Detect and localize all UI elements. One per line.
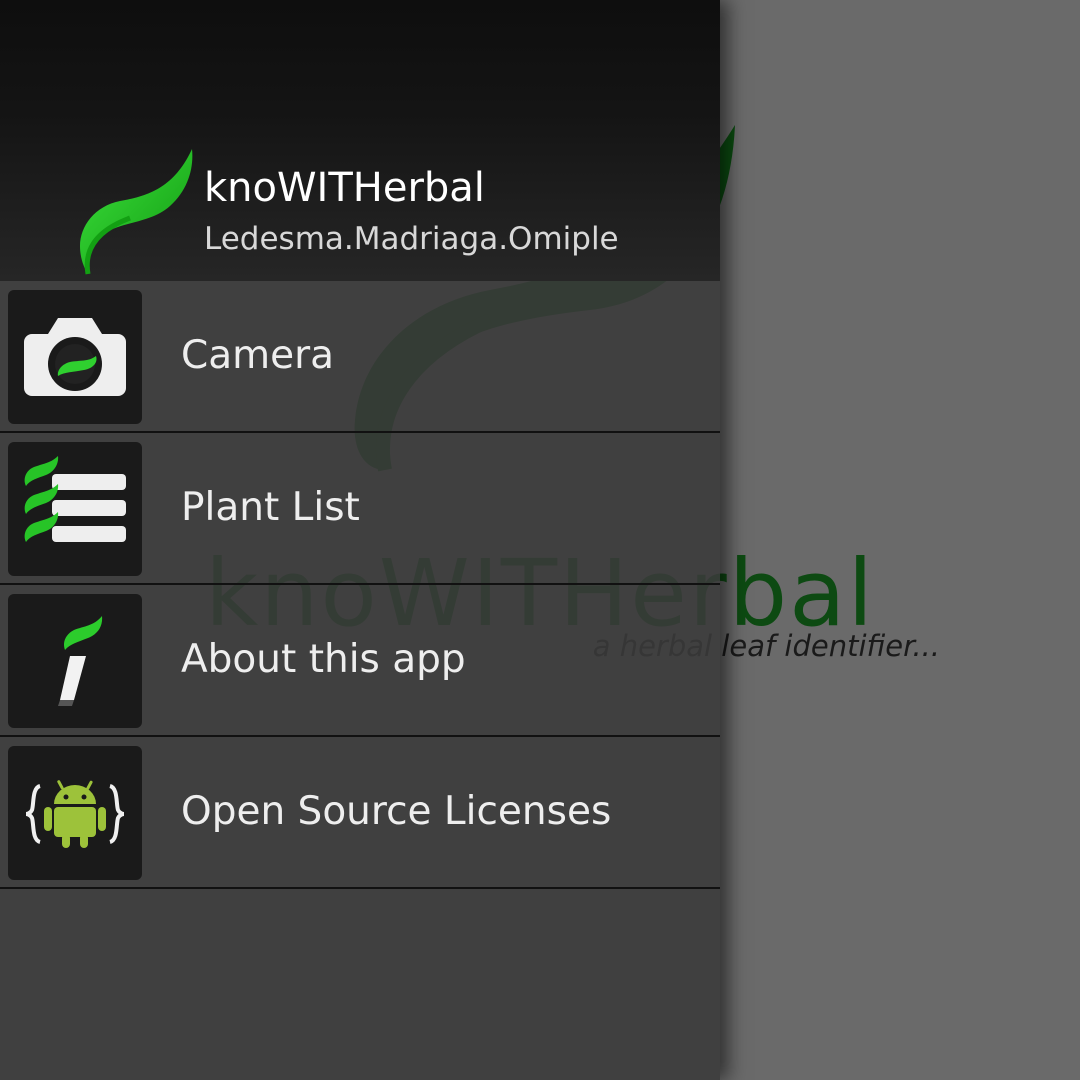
- menu-item-open-source-licenses[interactable]: Open Source Licenses: [0, 737, 720, 889]
- app-name: knoWITHerbal: [204, 165, 485, 211]
- menu-icon-box: [8, 290, 142, 424]
- menu-icon-box: [8, 746, 142, 880]
- menu-item-camera[interactable]: Camera: [0, 281, 720, 433]
- menu-item-label: About this app: [181, 637, 466, 682]
- app-subtitle: Ledesma.Madriaga.Omiple: [204, 221, 619, 257]
- menu-icon-box: [8, 594, 142, 728]
- menu-item-label: Open Source Licenses: [181, 789, 612, 834]
- drawer-header: knoWITHerbal Ledesma.Madriaga.Omiple: [0, 0, 720, 281]
- leaf-icon: [80, 149, 193, 275]
- drawer-menu: Camera Plant List About this app Open So…: [0, 281, 720, 889]
- camera-icon: [24, 318, 126, 396]
- android-icon: [25, 780, 125, 848]
- info-icon: [58, 616, 103, 706]
- menu-icon-box: [8, 442, 142, 576]
- navigation-drawer: knoWITHerbal Ledesma.Madriaga.Omiple Cam…: [0, 0, 720, 1080]
- menu-item-label: Camera: [181, 333, 335, 378]
- menu-item-about[interactable]: About this app: [0, 585, 720, 737]
- menu-item-plant-list[interactable]: Plant List: [0, 433, 720, 585]
- menu-item-label: Plant List: [181, 485, 360, 530]
- plant-list-icon: [24, 456, 126, 542]
